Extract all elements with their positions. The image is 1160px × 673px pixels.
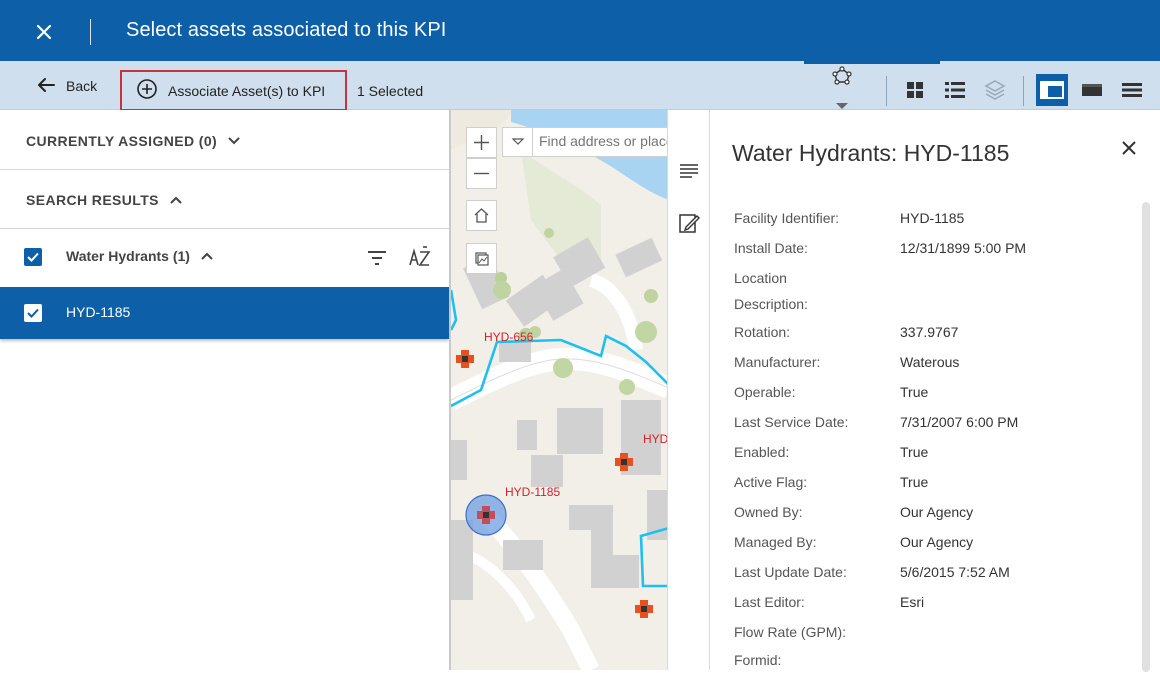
- basemap-button[interactable]: [466, 243, 497, 274]
- hydrant-marker: [456, 350, 474, 368]
- details-panel: Water Hydrants: HYD-1185 Facility Identi…: [710, 110, 1160, 672]
- attr-label: Install Date:: [734, 240, 808, 256]
- chevron-up-icon: [169, 192, 183, 208]
- attr-label: Formid:: [734, 652, 782, 668]
- attr-label: Last Service Date:: [734, 414, 849, 430]
- address-search-input[interactable]: [539, 133, 667, 149]
- toolbar-separator: [886, 76, 887, 106]
- search-results-label: SEARCH RESULTS: [26, 191, 159, 208]
- attr-value: Waterous: [900, 354, 960, 370]
- dropdown-caret-icon: [836, 103, 848, 109]
- attr-value: True: [900, 474, 929, 490]
- filter-icon[interactable]: [366, 247, 388, 269]
- check-icon: [27, 308, 39, 318]
- search-source-dropdown[interactable]: [503, 128, 533, 156]
- map-view[interactable]: HYD-656 HYD HYD-1185: [449, 110, 667, 670]
- plus-icon: [474, 135, 489, 150]
- title-divider: [90, 19, 91, 45]
- map-search-box: [502, 127, 667, 157]
- toolbar: Back Associate Asset(s) to KPI 1 Selecte…: [0, 61, 1160, 111]
- attr-label: Managed By:: [734, 534, 817, 550]
- hydrant-marker: [635, 600, 653, 618]
- chevron-down-icon: [511, 138, 525, 145]
- group-title: Water Hydrants (1): [66, 248, 190, 264]
- chevron-up-icon: [200, 248, 214, 264]
- attr-label: Operable:: [734, 384, 796, 400]
- title-bar: Select assets associated to this KPI: [0, 0, 1160, 61]
- home-icon: [474, 208, 489, 223]
- currently-assigned-label: CURRENTLY ASSIGNED (0): [26, 132, 218, 149]
- toolbar-separator: [1023, 76, 1024, 106]
- filter-shape-icon: [832, 66, 852, 85]
- attr-label: Last Editor:: [734, 594, 805, 610]
- attr-value: 7/31/2007 6:00 PM: [900, 414, 1019, 430]
- layout-split-icon: [1040, 81, 1064, 99]
- grid-view-icon[interactable]: [904, 79, 926, 101]
- group-checkbox[interactable]: [24, 248, 42, 266]
- attr-value: HYD-1185: [900, 210, 965, 226]
- attr-value: 12/31/1899 5:00 PM: [900, 240, 1027, 256]
- zoom-in-button[interactable]: [466, 127, 497, 158]
- check-icon: [27, 252, 39, 262]
- currently-assigned-header[interactable]: CURRENTLY ASSIGNED (0): [0, 112, 449, 170]
- attr-value: True: [900, 444, 929, 460]
- attr-label: Rotation:: [734, 324, 791, 340]
- attr-value: Esri: [900, 594, 925, 610]
- attr-label: Location Description:: [734, 270, 808, 312]
- back-button[interactable]: Back: [36, 73, 97, 99]
- sort-az-icon[interactable]: [408, 245, 432, 269]
- attr-value: Our Agency: [900, 504, 974, 520]
- details-list-icon[interactable]: [678, 160, 700, 182]
- back-label: Back: [66, 78, 98, 94]
- filter-shape-button[interactable]: [822, 65, 862, 109]
- close-icon[interactable]: [26, 15, 62, 49]
- close-icon[interactable]: [1118, 137, 1140, 159]
- attr-value: 337.9767: [900, 324, 959, 340]
- attr-label: Last Update Date:: [734, 564, 847, 580]
- arrow-left-icon: [36, 76, 56, 97]
- hydrant-label: HYD-656: [484, 330, 534, 344]
- layout-list-icon[interactable]: [1121, 79, 1143, 101]
- home-button[interactable]: [466, 200, 497, 231]
- layout-split-button[interactable]: [1036, 74, 1068, 106]
- list-view-icon[interactable]: [944, 79, 966, 101]
- hydrant-label: HYD-1185: [505, 485, 561, 499]
- active-tab-indicator: [804, 61, 940, 64]
- attr-value: 5/6/2015 7:52 AM: [900, 564, 1010, 580]
- attr-label: Enabled:: [734, 444, 790, 460]
- asset-list-panel: CURRENTLY ASSIGNED (0) SEARCH RESULTS Wa…: [0, 110, 449, 670]
- attr-label: Flow Rate (GPM):: [734, 624, 847, 640]
- attr-value: Our Agency: [900, 534, 974, 550]
- attr-label: Manufacturer:: [734, 354, 821, 370]
- dialog-title: Select assets associated to this KPI: [126, 19, 447, 41]
- group-label[interactable]: Water Hydrants (1): [66, 248, 214, 264]
- water-hydrants-group: Water Hydrants (1): [0, 228, 449, 286]
- basemap-icon: [475, 252, 489, 266]
- map-basemap: [451, 110, 667, 670]
- attr-label: Facility Identifier:: [734, 210, 840, 226]
- item-label: HYD-1185: [66, 304, 131, 320]
- zoom-out-button[interactable]: [466, 158, 497, 189]
- item-checkbox[interactable]: [24, 304, 42, 322]
- associate-label: Associate Asset(s) to KPI: [168, 82, 326, 99]
- edit-icon[interactable]: [678, 212, 700, 234]
- details-title: Water Hydrants: HYD-1185: [732, 140, 1010, 166]
- details-scrollbar[interactable]: [1142, 202, 1150, 672]
- attr-label: Owned By:: [734, 504, 803, 520]
- list-item-selected[interactable]: HYD-1185: [0, 287, 449, 339]
- hydrant-label: HYD: [643, 432, 667, 446]
- layout-map-icon[interactable]: [1081, 79, 1103, 101]
- detail-tools-strip: [667, 110, 710, 670]
- associate-assets-button[interactable]: Associate Asset(s) to KPI: [120, 70, 347, 111]
- plus-circle-icon: [136, 78, 158, 103]
- attr-value: True: [900, 384, 929, 400]
- layers-icon[interactable]: [984, 79, 1006, 101]
- attr-label: Active Flag:: [734, 474, 808, 490]
- search-results-header[interactable]: SEARCH RESULTS: [0, 171, 449, 229]
- minus-icon: [474, 172, 489, 175]
- chevron-down-icon: [227, 133, 241, 149]
- selected-count: 1 Selected: [357, 83, 424, 99]
